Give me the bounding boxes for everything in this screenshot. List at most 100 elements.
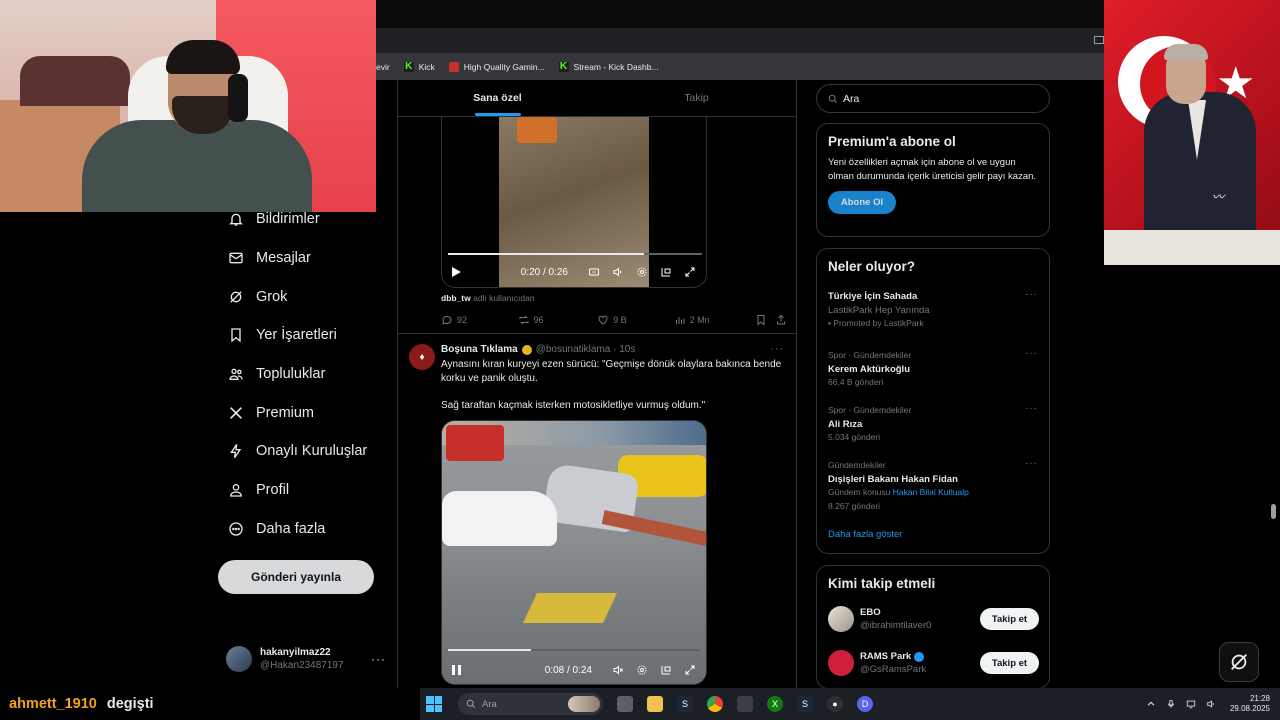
sidebar-item-communities[interactable]: Topluluklar bbox=[218, 355, 388, 394]
video-progress-bar[interactable] bbox=[448, 253, 702, 255]
discord-icon[interactable]: D bbox=[857, 696, 873, 712]
avatar bbox=[226, 646, 252, 672]
tweet-author-handle[interactable]: @bosunatiklama · 10s bbox=[536, 344, 636, 355]
video-progress-fill bbox=[448, 253, 644, 255]
suggestion-names: RAMS Park @GsRamsPark bbox=[860, 650, 926, 676]
webcam-streamer-hair bbox=[166, 40, 240, 74]
x-logo-icon bbox=[230, 406, 242, 419]
windows-start-icon[interactable] bbox=[426, 696, 442, 712]
trend-item[interactable]: Spor · Gündemdekiler Ali Rıza 5.034 gönd… bbox=[828, 402, 1038, 445]
more-dots-icon[interactable]: ··· bbox=[1025, 347, 1038, 361]
sidebar-item-messages[interactable]: Mesajlar bbox=[218, 239, 388, 278]
subscribe-button[interactable]: Abone Ol bbox=[828, 191, 896, 214]
fullscreen-icon[interactable] bbox=[684, 664, 696, 676]
follow-button[interactable]: Takip et bbox=[980, 608, 1039, 630]
trend-count: 8.267 gönderi bbox=[828, 500, 880, 511]
trend-topic: Gündem konusu Hakan Bilal Kutlualp bbox=[828, 486, 1038, 500]
play-icon[interactable] bbox=[452, 267, 461, 277]
reply-icon bbox=[442, 315, 452, 325]
steam-icon[interactable]: S bbox=[677, 696, 693, 712]
store-icon[interactable] bbox=[737, 696, 753, 712]
settings-icon[interactable] bbox=[636, 266, 648, 278]
taskbar: Ara S X S ● D 21:28 29.08.2025 bbox=[420, 688, 1280, 720]
tweet-author-name[interactable]: Boşuna Tıklama bbox=[441, 344, 518, 355]
trend-item[interactable]: Spor · Gündemdekiler Kerem Aktürkoğlu 66… bbox=[828, 347, 1038, 390]
sidebar-item-premium[interactable]: Premium bbox=[218, 393, 388, 432]
bookmark-button[interactable] bbox=[755, 314, 775, 326]
more-dots-icon[interactable]: ··· bbox=[1025, 402, 1038, 416]
pip-icon[interactable] bbox=[660, 266, 672, 278]
reply-button[interactable]: 92 bbox=[441, 314, 518, 326]
like-button[interactable]: 9 B bbox=[597, 314, 674, 326]
tab-search-icon[interactable] bbox=[1094, 36, 1104, 44]
bookmark-high-quality[interactable]: High Quality Gamin... bbox=[448, 61, 545, 72]
obs-icon[interactable]: ● bbox=[827, 696, 843, 712]
fullscreen-icon[interactable] bbox=[684, 266, 696, 278]
captions-icon[interactable] bbox=[588, 266, 600, 278]
more-dots-icon[interactable]: ··· bbox=[1025, 288, 1038, 302]
trend-category: Spor · Gündemdekiler bbox=[828, 350, 912, 360]
xbox-icon[interactable]: X bbox=[767, 696, 783, 712]
trend-name: Kerem Aktürkoğlu bbox=[828, 363, 910, 375]
video-player[interactable]: 0:08 / 0:24 bbox=[441, 420, 707, 685]
sidebar-item-label: Profil bbox=[256, 482, 290, 499]
search-input[interactable]: Ara bbox=[816, 84, 1050, 113]
pip-icon[interactable] bbox=[660, 664, 672, 676]
views-button[interactable]: 2 Mn bbox=[674, 314, 756, 326]
tab-following[interactable]: Takip bbox=[597, 80, 796, 116]
follow-suggestion[interactable]: EBO @ibrahimtilaver0 Takip et bbox=[828, 602, 1039, 636]
sidebar-item-verified-orgs[interactable]: Onaylı Kuruluşlar bbox=[218, 432, 388, 471]
avatar[interactable]: ♦ bbox=[409, 344, 435, 370]
bookmark-kick-dashboard[interactable]: K Stream - Kick Dashb... bbox=[558, 61, 659, 72]
bookmark-item[interactable]: evir bbox=[376, 62, 390, 72]
post-button[interactable]: Gönderi yayınla bbox=[218, 560, 374, 594]
more-dots-icon[interactable]: ··· bbox=[770, 343, 784, 355]
grok-floating-button[interactable] bbox=[1219, 642, 1259, 682]
taskbar-clock[interactable]: 21:28 29.08.2025 bbox=[1230, 694, 1270, 714]
sidebar-item-label: Premium bbox=[256, 404, 315, 421]
follow-button[interactable]: Takip et bbox=[980, 652, 1039, 674]
more-dots-icon[interactable]: ··· bbox=[371, 652, 386, 666]
bookmark-icon bbox=[231, 328, 241, 343]
scrollbar[interactable] bbox=[1271, 504, 1276, 519]
repost-button[interactable]: 96 bbox=[518, 314, 598, 326]
account-switcher[interactable]: hakanyilmaz22 @Hakan23487197 ··· bbox=[226, 642, 386, 676]
video-progress-bar[interactable] bbox=[448, 649, 700, 651]
repost-count: 96 bbox=[533, 315, 544, 325]
card-title: Neler oluyor? bbox=[828, 259, 916, 274]
chevron-up-icon[interactable] bbox=[1146, 699, 1156, 709]
show-more-link[interactable]: Daha fazla göster bbox=[828, 529, 902, 540]
more-dots-icon[interactable]: ··· bbox=[1025, 457, 1038, 471]
volume-icon[interactable] bbox=[612, 266, 624, 278]
trend-topic-link[interactable]: Hakan Bilal Kutlualp bbox=[893, 487, 969, 497]
share-button[interactable] bbox=[775, 314, 787, 326]
source-user[interactable]: dbb_tw bbox=[441, 293, 471, 303]
tab-for-you[interactable]: Sana özel bbox=[398, 80, 597, 116]
share-icon bbox=[777, 314, 786, 325]
mute-icon[interactable] bbox=[612, 664, 624, 676]
sidebar-item-more[interactable]: Daha fazla bbox=[218, 510, 388, 549]
chrome-icon[interactable] bbox=[707, 696, 723, 712]
trend-item[interactable]: Türkiye İçin Sahada LastikPark Hep Yanın… bbox=[828, 288, 1038, 331]
feed-tabs: Sana özel Takip bbox=[398, 80, 796, 117]
sidebar-item-bookmarks[interactable]: Yer İşaretleri bbox=[218, 316, 388, 355]
network-icon[interactable] bbox=[1186, 699, 1196, 709]
volume-icon[interactable] bbox=[1206, 699, 1216, 709]
file-explorer-icon[interactable] bbox=[647, 696, 663, 712]
who-to-follow-card: Kimi takip etmeli EBO @ibrahimtilaver0 T… bbox=[816, 565, 1050, 689]
trend-item[interactable]: Gündemdekiler Dışişleri Bakanı Hakan Fid… bbox=[828, 457, 1038, 513]
steam-alt-icon[interactable]: S bbox=[797, 696, 813, 712]
settings-icon[interactable] bbox=[636, 664, 648, 676]
bookmark-kick[interactable]: K Kick bbox=[403, 61, 435, 72]
webcam-overlay bbox=[0, 0, 376, 212]
bookmark-label: High Quality Gamin... bbox=[463, 61, 545, 72]
follow-suggestion[interactable]: RAMS Park @GsRamsPark Takip et bbox=[828, 646, 1039, 680]
pause-icon[interactable] bbox=[452, 665, 461, 675]
grok-icon bbox=[1231, 654, 1247, 670]
microphone-icon[interactable] bbox=[1166, 699, 1176, 709]
video-player[interactable]: 0:20 / 0:26 bbox=[441, 117, 707, 288]
task-view-icon[interactable] bbox=[617, 696, 633, 712]
taskbar-search[interactable]: Ara bbox=[458, 693, 603, 715]
sidebar-item-grok[interactable]: Grok bbox=[218, 277, 388, 316]
sidebar-item-profile[interactable]: Profil bbox=[218, 471, 388, 510]
